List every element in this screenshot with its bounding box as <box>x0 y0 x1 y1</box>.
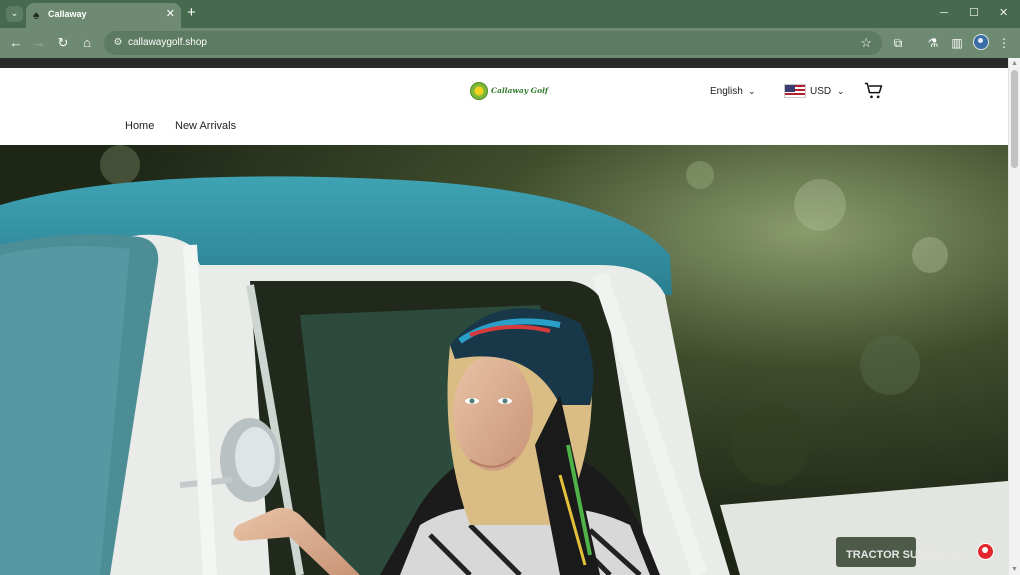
star-icon[interactable]: ☆ <box>860 35 872 51</box>
tab-title: Callaway <box>48 9 87 19</box>
browser-toolbar: ← → ↻ ⌂ ⚙ callawaygolf.shop ☆ ⧉ ⚗ ▥ ⋮ <box>0 28 1020 58</box>
side-panel-icon[interactable]: ▥ <box>949 35 965 51</box>
close-tab-icon[interactable]: ✕ <box>166 8 175 20</box>
address-bar[interactable]: ⚙ callawaygolf.shop ☆ <box>104 31 882 55</box>
chevron-down-icon[interactable]: ⌄ <box>837 86 845 97</box>
minimize-icon[interactable]: ─ <box>940 7 948 19</box>
chevron-down-icon: ⌄ <box>10 8 19 19</box>
hero-sign-text: TRACTOR SUPPLY Co <box>846 549 963 561</box>
back-icon[interactable]: ← <box>8 35 24 51</box>
scrollbar-thumb[interactable] <box>1011 70 1018 168</box>
language-selector[interactable]: English <box>710 86 743 97</box>
home-icon[interactable]: ⌂ <box>79 35 95 51</box>
url-text[interactable]: callawaygolf.shop <box>128 37 207 48</box>
puzzle-icon[interactable]: ⧉ <box>890 35 906 51</box>
logo-text: Callaway Golf <box>491 86 549 95</box>
hero-banner[interactable]: TRACTOR SUPPLY Co <box>0 145 1008 575</box>
maximize-icon[interactable]: ☐ <box>969 7 979 19</box>
tab-search-button[interactable]: ⌄ <box>6 6 23 22</box>
forward-icon[interactable]: → <box>31 35 47 51</box>
hero-image: TRACTOR SUPPLY Co <box>0 145 1008 575</box>
logo-emblem-icon <box>470 82 488 100</box>
web-page: Callaway Golf English ⌄ USD ⌄ Home New A… <box>0 68 1008 575</box>
announcement-bar <box>0 58 1020 68</box>
scroll-up-icon[interactable]: ▲ <box>1011 60 1018 67</box>
kebab-menu-icon[interactable]: ⋮ <box>996 35 1012 51</box>
currency-selector[interactable]: USD <box>810 86 831 97</box>
profile-avatar-icon[interactable] <box>973 34 989 50</box>
new-tab-button[interactable]: + <box>187 5 196 21</box>
cart-icon[interactable] <box>864 81 884 101</box>
scroll-down-icon[interactable]: ▼ <box>1011 566 1018 573</box>
chat-widget-icon[interactable] <box>977 543 994 560</box>
flask-icon[interactable]: ⚗ <box>925 35 941 51</box>
reload-icon[interactable]: ↻ <box>55 35 71 51</box>
close-window-icon[interactable]: ✕ <box>999 7 1008 19</box>
browser-tab-strip: ⌄ ♠ Callaway ✕ + ─ ☐ ✕ <box>0 0 1020 28</box>
spade-icon: ♠ <box>33 8 40 22</box>
browser-tab[interactable]: ♠ Callaway ✕ <box>26 3 181 28</box>
chevron-down-icon[interactable]: ⌄ <box>748 86 756 97</box>
site-info-icon[interactable]: ⚙ <box>111 36 125 50</box>
nav-home[interactable]: Home <box>125 120 154 132</box>
page-scrollbar[interactable]: ▲ ▼ <box>1008 58 1020 575</box>
us-flag-icon[interactable] <box>784 84 806 98</box>
nav-new-arrivals[interactable]: New Arrivals <box>175 120 236 132</box>
